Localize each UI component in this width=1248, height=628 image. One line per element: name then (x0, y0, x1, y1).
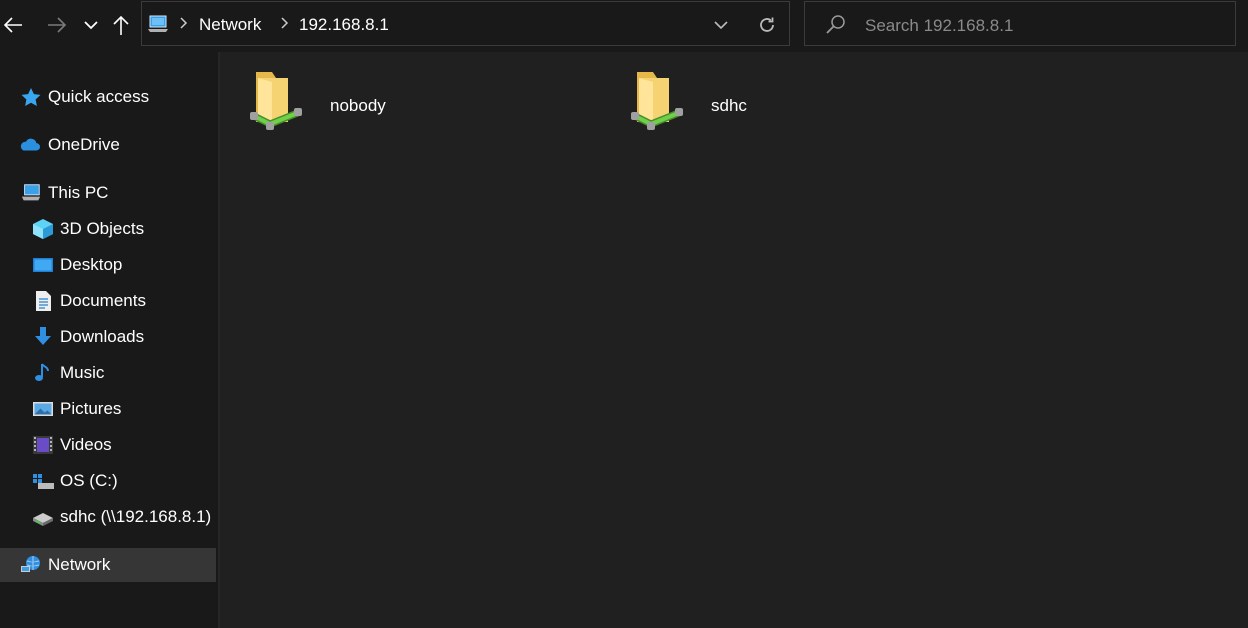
sidebar-item-label: sdhc (\\192.168.8.1) (60, 507, 212, 526)
sidebar-item-music[interactable]: Music (0, 356, 216, 390)
sidebar-item-label: Documents (60, 291, 146, 310)
sidebar-item-label: Quick access (48, 87, 150, 106)
sidebar-item-label: Videos (60, 435, 112, 454)
shared-folder-icon (250, 72, 302, 130)
forward-button[interactable] (44, 10, 70, 40)
network-globe-icon (21, 556, 40, 572)
sidebar-item-label: OneDrive (48, 135, 120, 154)
search-placeholder: Search 192.168.8.1 (865, 16, 1014, 35)
sidebar-item-onedrive[interactable]: OneDrive (0, 128, 216, 162)
up-arrow-icon (113, 15, 129, 35)
star-icon (21, 88, 41, 106)
search-icon (826, 15, 845, 34)
film-icon (33, 436, 53, 454)
folder-name: sdhc (711, 96, 747, 115)
refresh-icon (760, 17, 774, 32)
sidebar-item-os-c[interactable]: OS (C:) (0, 464, 216, 498)
forward-arrow-icon (48, 17, 67, 33)
chevron-down-icon (84, 21, 98, 30)
sidebar-item-label: Desktop (60, 255, 123, 274)
sidebar-item-pictures[interactable]: Pictures (0, 392, 216, 426)
sidebar-item-documents[interactable]: Documents (0, 284, 216, 318)
cloud-icon (20, 138, 40, 151)
sidebar-item-sdhc-network-drive[interactable]: sdhc (\\192.168.8.1) (0, 500, 216, 534)
sidebar-item-3d-objects[interactable]: 3D Objects (0, 212, 216, 246)
music-note-icon (35, 363, 49, 381)
sidebar-item-label: Network (48, 555, 111, 574)
sidebar-item-desktop[interactable]: Desktop (0, 248, 216, 282)
sidebar-item-quick-access[interactable]: Quick access (0, 80, 216, 114)
address-history-dropdown[interactable] (708, 14, 734, 36)
breadcrumb-network[interactable]: Network (199, 15, 261, 35)
pictures-icon (33, 402, 53, 416)
back-button[interactable] (0, 10, 26, 40)
chevron-down-icon (714, 21, 728, 30)
drive-icon (33, 474, 54, 489)
document-icon (36, 291, 51, 311)
cube-icon (33, 219, 53, 239)
sidebar-item-label: Music (60, 363, 105, 382)
sidebar-item-label: 3D Objects (60, 219, 145, 238)
sidebar-item-downloads[interactable]: Downloads (0, 320, 216, 354)
sidebar-item-label: OS (C:) (60, 471, 118, 490)
shared-folder-nobody[interactable]: nobody (248, 68, 548, 148)
file-list: nobody sdhc (220, 52, 1248, 628)
chevron-right-icon (281, 17, 289, 29)
chevron-right-icon (180, 17, 188, 29)
sidebar-item-label: This PC (48, 183, 109, 202)
search-box[interactable]: Search 192.168.8.1 (804, 1, 1236, 46)
desktop-icon (33, 258, 53, 272)
sidebar-item-label: Downloads (60, 327, 145, 346)
refresh-button[interactable] (754, 13, 780, 37)
sidebar-item-network[interactable]: Network (0, 548, 216, 582)
network-pc-icon (148, 15, 168, 32)
folder-name: nobody (330, 96, 386, 115)
sidebar-item-videos[interactable]: Videos (0, 428, 216, 462)
breadcrumb-host[interactable]: 192.168.8.1 (299, 15, 389, 35)
computer-icon (21, 184, 41, 201)
recent-locations-button[interactable] (78, 10, 104, 40)
back-arrow-icon (3, 17, 22, 33)
download-icon (35, 327, 51, 345)
sidebar-item-label: Pictures (60, 399, 122, 418)
shared-folder-sdhc[interactable]: sdhc (629, 68, 929, 148)
up-button[interactable] (108, 10, 134, 40)
toolbar: Network 192.168.8.1 Search 192.168.8.1 (0, 0, 1248, 52)
network-drive-icon (33, 513, 53, 526)
sidebar-item-this-pc[interactable]: This PC (0, 176, 216, 210)
shared-folder-icon (631, 72, 683, 130)
address-bar[interactable]: Network 192.168.8.1 (141, 1, 790, 46)
